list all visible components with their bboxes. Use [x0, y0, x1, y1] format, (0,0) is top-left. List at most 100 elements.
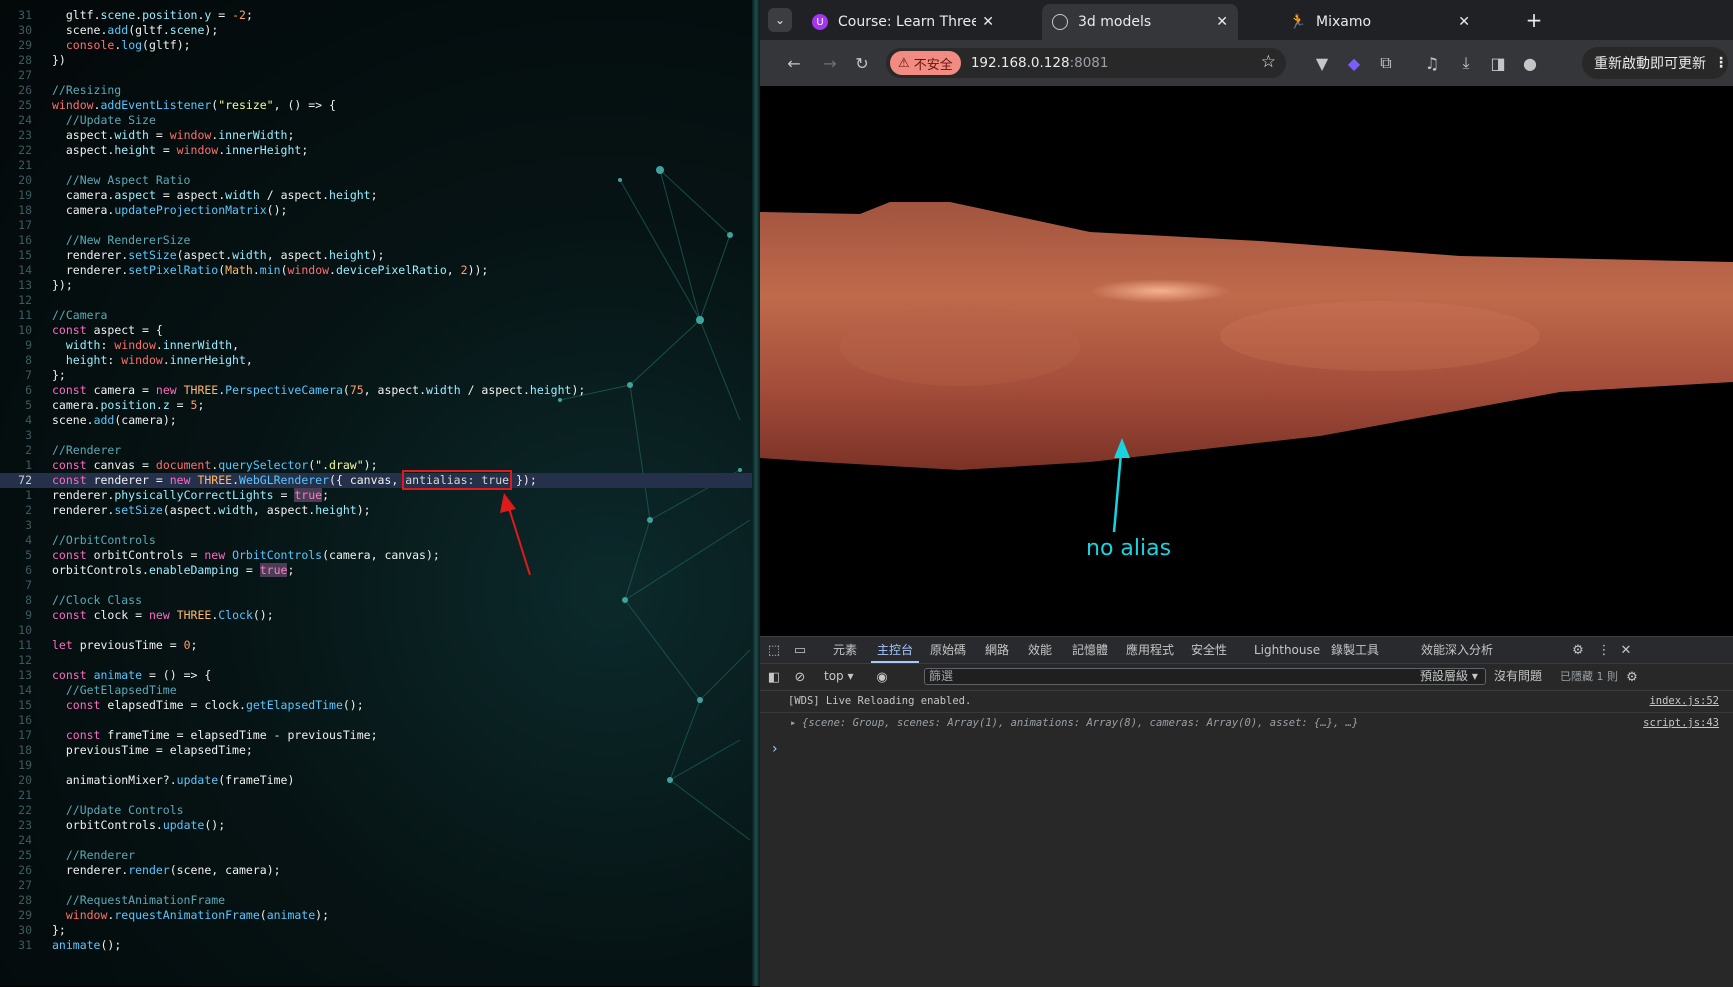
code-line[interactable]: 29 console.log(gltf);: [0, 38, 752, 53]
code-line[interactable]: 30};: [0, 923, 752, 938]
menu-kebab-icon[interactable]: ⋮: [1714, 55, 1728, 71]
tab-lighthouse[interactable]: Lighthouse: [1254, 637, 1320, 663]
code-line[interactable]: 5 const orbitControls = new OrbitControls…: [0, 548, 752, 563]
code-line[interactable]: 24 //Update Size: [0, 113, 752, 128]
log-levels-dropdown[interactable]: 預設層級 ▾: [1420, 668, 1478, 685]
code-line[interactable]: 2 //Renderer: [0, 443, 752, 458]
code-line[interactable]: 11 let previousTime = 0;: [0, 638, 752, 653]
code-line[interactable]: 13});: [0, 278, 752, 293]
code-line[interactable]: 18 previousTime = elapsedTime;: [0, 743, 752, 758]
code-line[interactable]: 23 aspect.width = window.innerWidth;: [0, 128, 752, 143]
code-line[interactable]: 20 //New Aspect Ratio: [0, 173, 752, 188]
code-line[interactable]: 6 const camera = new THREE. PerspectiveCam…: [0, 383, 752, 398]
code-line[interactable]: 9 const clock = new THREE.Clock();: [0, 608, 752, 623]
more-options-icon[interactable]: ⋮: [1596, 642, 1612, 658]
inspect-element-icon[interactable]: ⬚: [766, 642, 782, 658]
update-button[interactable]: 重新啟動即可更新 ⋮: [1582, 47, 1728, 79]
tab-application[interactable]: 應用程式: [1126, 637, 1174, 663]
close-devtools-icon[interactable]: ✕: [1618, 642, 1634, 658]
tab-elements[interactable]: 元素: [833, 637, 857, 663]
code-line[interactable]: 3: [0, 518, 752, 533]
tab-security[interactable]: 安全性: [1191, 637, 1227, 663]
device-toolbar-icon[interactable]: ▭: [792, 642, 808, 658]
code-line[interactable]: 23 orbitControls.update();: [0, 818, 752, 833]
code-line[interactable]: 16 //New RendererSize: [0, 233, 752, 248]
tab-performance-insights[interactable]: 效能深入分析: [1421, 637, 1493, 663]
code-line[interactable]: 14 renderer.setPixelRatio(Math.min(windo…: [0, 263, 752, 278]
expand-triangle-icon[interactable]: ▸: [790, 713, 796, 734]
tab-network[interactable]: 網路: [985, 637, 1009, 663]
url-text[interactable]: 192.168.0.128:8081: [971, 55, 1109, 71]
code-line[interactable]: 29 window.requestAnimationFrame(animate)…: [0, 908, 752, 923]
eye-icon[interactable]: ◉: [874, 669, 890, 685]
code-line[interactable]: 31 animate();: [0, 938, 752, 953]
close-icon[interactable]: ✕: [982, 14, 994, 30]
tab-3d-models[interactable]: 3d models ✕: [1042, 4, 1238, 40]
console-prompt-icon[interactable]: ›: [772, 741, 778, 757]
extension-icon[interactable]: ◆: [1342, 51, 1366, 75]
code-line[interactable]: 3: [0, 428, 752, 443]
tab-console[interactable]: 主控台: [871, 637, 920, 663]
code-line[interactable]: 22 aspect.height = window.innerHeight;: [0, 143, 752, 158]
source-link[interactable]: index.js:52: [1649, 691, 1719, 712]
code-line[interactable]: 5 camera.position.z = 5;: [0, 398, 752, 413]
code-line[interactable]: 17: [0, 218, 752, 233]
code-line[interactable]: 4 scene.add(camera);: [0, 413, 752, 428]
code-lines[interactable]: 31 gltf.scene.position.y = -2; 30 scene.a…: [0, 8, 752, 953]
code-line[interactable]: 7: [0, 578, 752, 593]
code-line[interactable]: 16: [0, 713, 752, 728]
code-line[interactable]: 10: [0, 623, 752, 638]
code-line[interactable]: 13 const animate = () => {: [0, 668, 752, 683]
code-line[interactable]: 1 renderer.physicallyCorrectLights = true…: [0, 488, 752, 503]
clear-console-icon[interactable]: ⊘: [792, 669, 808, 685]
code-line[interactable]: 14 //GetElapsedTime: [0, 683, 752, 698]
code-line[interactable]: 31 gltf.scene.position.y = -2;: [0, 8, 752, 23]
code-line[interactable]: 25 window.addEventListener("resize", () =…: [0, 98, 752, 113]
tab-search-button[interactable]: ⌄: [768, 8, 792, 32]
close-icon[interactable]: ✕: [1216, 14, 1228, 30]
code-line[interactable]: 30 scene.add(gltf.scene);: [0, 23, 752, 38]
code-line[interactable]: 17 const frameTime = elapsedTime - previ…: [0, 728, 752, 743]
code-line[interactable]: 11 //Camera: [0, 308, 752, 323]
media-control-icon[interactable]: ♫: [1420, 51, 1444, 75]
tab-mixamo[interactable]: 🏃 Mixamo ✕: [1280, 4, 1480, 40]
download-icon[interactable]: ⤓: [1454, 51, 1478, 75]
code-line[interactable]: 24: [0, 833, 752, 848]
code-line[interactable]: 72 const renderer = new THREE.WebGLRender…: [0, 470, 752, 490]
code-line[interactable]: 12: [0, 653, 752, 668]
code-line[interactable]: 19: [0, 758, 752, 773]
code-line[interactable]: 15 const elapsedTime = clock.getElapsedT…: [0, 698, 752, 713]
code-line[interactable]: 28 //RequestAnimationFrame: [0, 893, 752, 908]
code-line[interactable]: 1 const canvas = document.querySelector("…: [0, 458, 752, 473]
code-line[interactable]: 10 const aspect = {: [0, 323, 752, 338]
console-settings-gear-icon[interactable]: ⚙: [1624, 669, 1640, 685]
code-line[interactable]: 28}): [0, 53, 752, 68]
context-selector[interactable]: top ▾: [824, 668, 854, 685]
code-line[interactable]: 9 width: window.innerWidth,: [0, 338, 752, 353]
code-line[interactable]: 8 //Clock Class: [0, 593, 752, 608]
code-line[interactable]: 27: [0, 878, 752, 893]
code-line[interactable]: 21: [0, 788, 752, 803]
address-bar[interactable]: ⚠ 不安全 192.168.0.128:8081 ☆: [886, 48, 1286, 78]
webgl-canvas[interactable]: no alias: [760, 86, 1733, 636]
vuejs-extension-icon[interactable]: ▼: [1310, 51, 1334, 75]
filter-input[interactable]: 篩選: [924, 668, 1486, 685]
pane-divider[interactable]: [752, 0, 760, 986]
code-line[interactable]: 2 renderer.setSize(aspect.width, aspect.h…: [0, 503, 752, 518]
code-line[interactable]: 8 height: window.innerHeight,: [0, 353, 752, 368]
code-line[interactable]: 6 orbitControls.enableDamping = true;: [0, 563, 752, 578]
code-line[interactable]: 21: [0, 158, 752, 173]
tab-sources[interactable]: 原始碼: [930, 637, 966, 663]
code-line[interactable]: 19 camera.aspect = aspect.width / aspect…: [0, 188, 752, 203]
reload-button[interactable]: ↻: [850, 51, 874, 75]
code-line[interactable]: 26 renderer.render(scene, camera);: [0, 863, 752, 878]
code-line[interactable]: 4 //OrbitControls: [0, 533, 752, 548]
new-tab-button[interactable]: +: [1522, 8, 1546, 32]
back-button[interactable]: ←: [782, 51, 806, 75]
bookmark-star-icon[interactable]: ☆: [1261, 52, 1276, 72]
tab-course[interactable]: U Course: Learn Three.Js a ✕: [802, 4, 1004, 40]
code-line[interactable]: 15 renderer.setSize(aspect.width, aspect…: [0, 248, 752, 263]
forward-button[interactable]: →: [818, 51, 842, 75]
code-line[interactable]: 18 camera.updateProjectionMatrix();: [0, 203, 752, 218]
gear-icon[interactable]: ⚙: [1570, 642, 1586, 658]
